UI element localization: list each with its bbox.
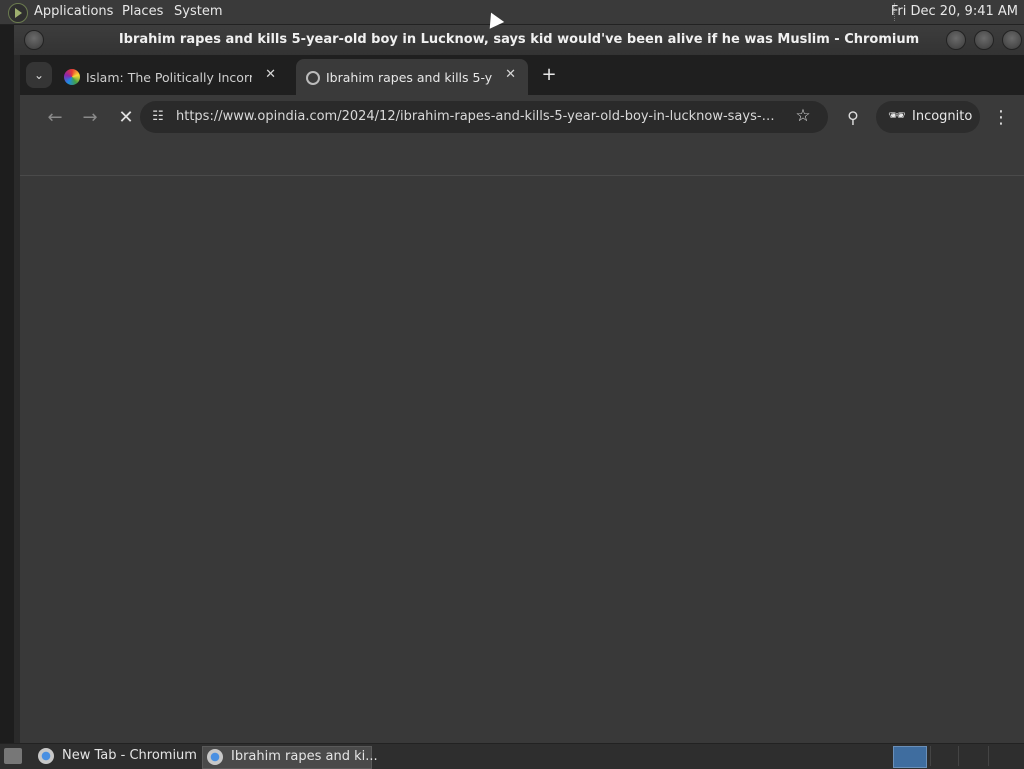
- window-menu-button[interactable]: [24, 30, 44, 50]
- divider: [930, 746, 931, 766]
- arrow-right-icon: →: [82, 107, 98, 128]
- divider: [958, 746, 959, 766]
- tab-strip: ⌄ Islam: The Politically Incorrect ✕ Ibr…: [20, 55, 1024, 95]
- browser-toolbar: ← → ✕ ☷ https://www.opindia.com/2024/12/…: [20, 95, 1024, 141]
- applications-menu[interactable]: Applications: [34, 4, 113, 19]
- incognito-icon: 🕶: [888, 108, 906, 124]
- back-button[interactable]: ←: [44, 107, 66, 129]
- new-tab-button[interactable]: +: [538, 64, 560, 86]
- site-info-icon[interactable]: ☷: [148, 107, 168, 127]
- plus-icon: +: [541, 64, 557, 85]
- loading-spinner-icon: [306, 71, 320, 85]
- taskbar-item-new-tab[interactable]: New Tab - Chromium: [34, 746, 197, 767]
- tab-search-button[interactable]: ⌄: [26, 62, 52, 88]
- browser-window: Ibrahim rapes and kills 5-year-old boy i…: [14, 25, 1024, 743]
- favicon-icon: [64, 69, 80, 85]
- window-titlebar[interactable]: Ibrahim rapes and kills 5-year-old boy i…: [14, 25, 1024, 55]
- tab-opindia[interactable]: Ibrahim rapes and kills 5-year-old boy ✕: [296, 59, 528, 95]
- desktop-edge: [0, 25, 14, 743]
- distro-logo-icon[interactable]: [8, 3, 28, 23]
- workspace-switcher[interactable]: [893, 746, 927, 768]
- more-menu-icon[interactable]: ⋮: [990, 107, 1012, 129]
- taskbar-item-label: Ibrahim rapes and ki...: [231, 749, 378, 764]
- taskbar-item-opindia[interactable]: Ibrahim rapes and ki...: [202, 746, 378, 769]
- bookmark-star-icon[interactable]: ☆: [792, 105, 814, 127]
- taskbar: New Tab - Chromium Ibrahim rapes and ki.…: [0, 743, 1024, 769]
- places-menu[interactable]: Places: [122, 4, 163, 19]
- labs-flask-icon[interactable]: ⚲: [842, 107, 864, 129]
- clock[interactable]: Fri Dec 20, 9:41 AM: [891, 4, 1018, 19]
- tab-title: Ibrahim rapes and kills 5-year-old boy: [326, 70, 492, 85]
- tab-islam[interactable]: Islam: The Politically Incorrect ✕: [56, 59, 288, 95]
- show-desktop-icon[interactable]: [4, 748, 22, 764]
- url-text[interactable]: https://www.opindia.com/2024/12/ibrahim-…: [176, 109, 781, 124]
- divider: [988, 746, 989, 766]
- top-panel: Applications Places System Fri Dec 20, 9…: [0, 0, 1024, 25]
- close-window-button[interactable]: [1002, 30, 1022, 50]
- chromium-icon: [38, 748, 54, 764]
- maximize-button[interactable]: [974, 30, 994, 50]
- toolbar-lower-strip: [20, 141, 1024, 176]
- close-icon[interactable]: ✕: [505, 67, 516, 82]
- page-content[interactable]: [20, 176, 1024, 743]
- incognito-indicator[interactable]: 🕶 Incognito: [876, 101, 980, 133]
- window-title: Ibrahim rapes and kills 5-year-old boy i…: [118, 32, 920, 47]
- incognito-label: Incognito: [912, 109, 973, 124]
- chevron-down-icon: ⌄: [33, 68, 45, 82]
- close-icon: ✕: [118, 107, 134, 128]
- forward-button[interactable]: →: [79, 107, 101, 129]
- taskbar-item-label: New Tab - Chromium: [62, 748, 197, 763]
- arrow-left-icon: ←: [47, 107, 63, 128]
- close-icon[interactable]: ✕: [265, 67, 276, 82]
- tab-title: Islam: The Politically Incorrect: [86, 70, 252, 85]
- address-bar[interactable]: ☷ https://www.opindia.com/2024/12/ibrahi…: [140, 101, 828, 133]
- minimize-button[interactable]: [946, 30, 966, 50]
- stop-loading-button[interactable]: ✕: [115, 107, 137, 129]
- system-menu[interactable]: System: [174, 4, 222, 19]
- chromium-icon: [207, 749, 223, 765]
